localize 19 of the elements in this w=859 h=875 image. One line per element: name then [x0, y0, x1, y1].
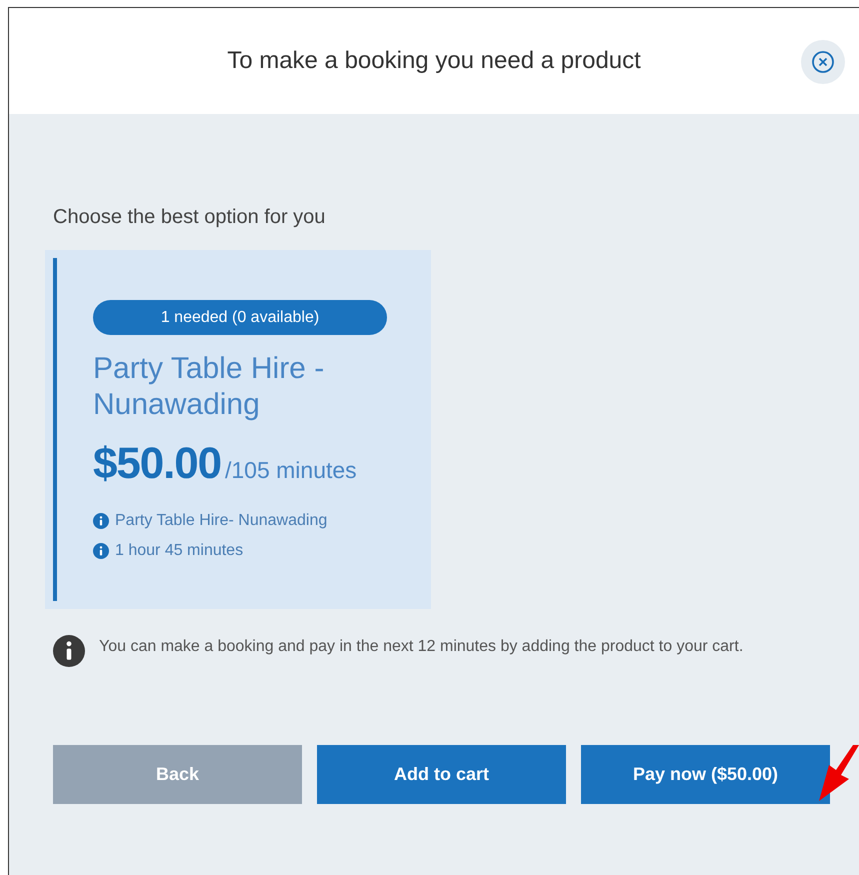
duration: /105 minutes [224, 456, 357, 485]
price: $50.00 [93, 438, 221, 490]
info-icon [93, 513, 109, 529]
info-icon [53, 635, 85, 667]
action-button[interactable]: Pay now ($50.00) [581, 745, 830, 804]
product-name: Party Table Hire - Nunawading [93, 351, 326, 423]
action-button[interactable]: Add to cart [317, 745, 566, 804]
action-button[interactable]: Back [53, 745, 302, 804]
dialog-title: To make a booking you need a product [227, 46, 641, 76]
close-button[interactable] [801, 40, 845, 84]
annotation-arrow-icon [819, 745, 859, 801]
detail-text: 1 hour 45 minutes [115, 541, 244, 561]
prompt-text: Choose the best option for you [53, 205, 326, 230]
availability-badge: 1 needed (0 available) [93, 300, 387, 335]
close-icon [811, 50, 835, 74]
detail-text: Party Table Hire- Nunawading [115, 511, 328, 531]
info-icon [93, 543, 109, 559]
product-card[interactable]: 1 needed (0 available) Party Table Hire - Nunawading $50.00/105 minutes Party Table Hire- Nunawading 1 hour 45 minutes [45, 250, 431, 609]
notice-text: You can make a booking and pay in the next 12 minutes by adding the product to your cart. [99, 637, 744, 657]
